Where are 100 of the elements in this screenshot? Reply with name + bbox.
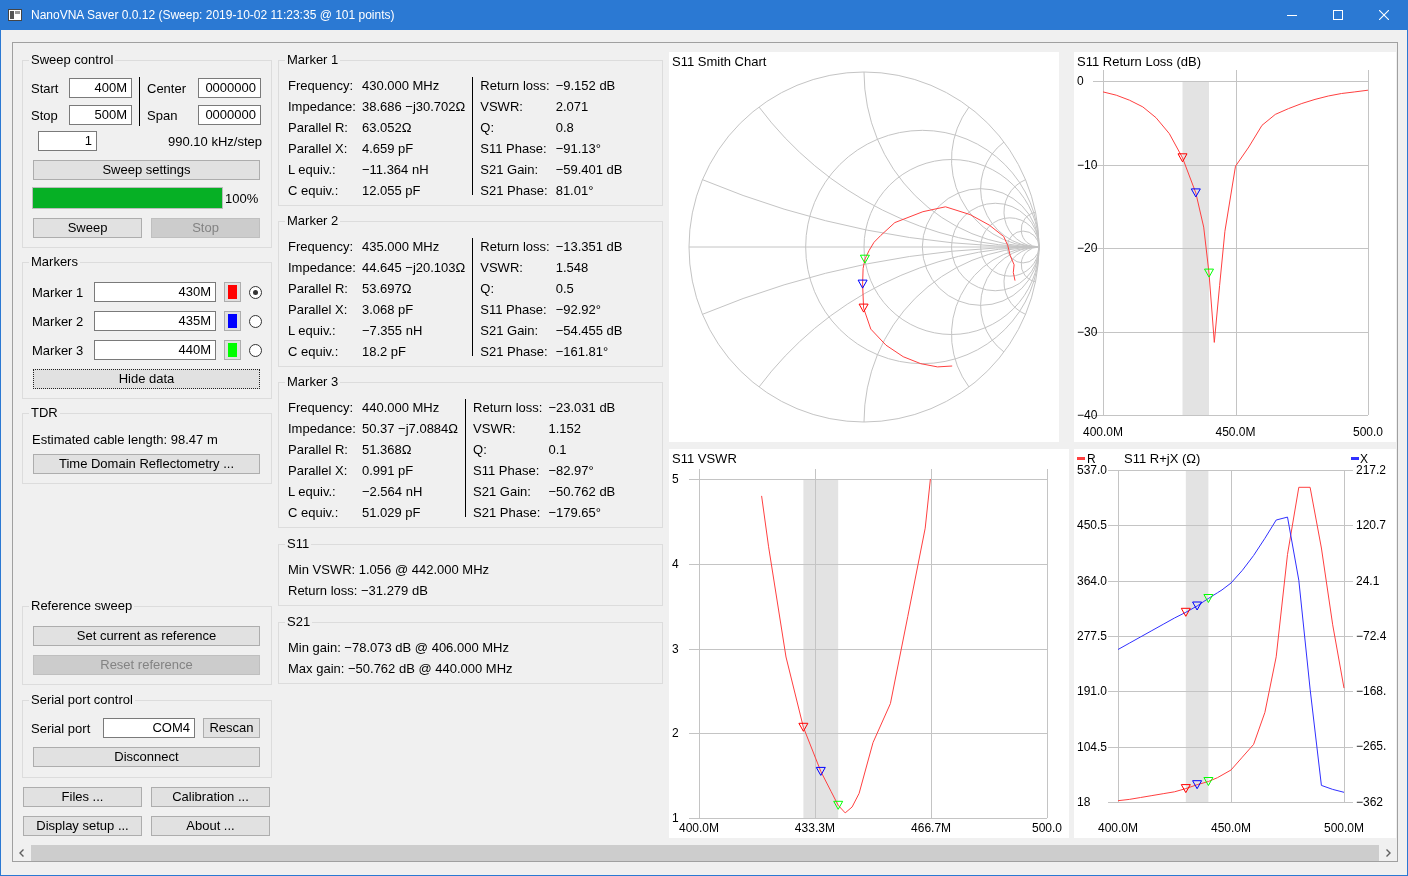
data-value: −23.031 dB	[548, 400, 616, 415]
sweep-settings-button[interactable]: Sweep settings	[33, 160, 260, 180]
data-label: VSWR:	[480, 260, 524, 275]
data-value: 38.686 −j30.702Ω	[361, 99, 466, 114]
marker-frequency-field[interactable]: 435M	[94, 311, 216, 331]
data-label: Q:	[480, 120, 495, 135]
data-label: Parallel R:	[288, 442, 349, 457]
chevron-left-icon[interactable]	[19, 849, 24, 857]
data-value: 430.000 MHz	[361, 78, 441, 93]
tick-label: −362	[1356, 795, 1384, 809]
tick-label: −20	[1077, 241, 1098, 255]
data-value: 44.645 −j20.103Ω	[361, 260, 466, 275]
scrollbar-thumb[interactable]	[31, 845, 1379, 861]
data-label: Impedance:	[288, 260, 356, 275]
tick-label: 24.1	[1356, 573, 1380, 588]
app-icon	[8, 9, 22, 21]
start-field[interactable]: 400M	[69, 78, 132, 98]
chart-title: S11 R+jX (Ω)	[1124, 451, 1201, 466]
data-label: L equiv.:	[288, 323, 337, 338]
set-reference-button[interactable]: Set current as reference	[33, 626, 260, 646]
data-label: S11 Phase:	[480, 141, 548, 156]
tick-label: 433.3M	[794, 821, 835, 835]
radio-button[interactable]	[249, 314, 262, 328]
color-button[interactable]	[224, 340, 241, 360]
display-setup-button[interactable]: Display setup ...	[23, 816, 142, 836]
field-label: Serial port	[31, 720, 92, 736]
span-field[interactable]: 0000000	[198, 105, 261, 125]
color-button[interactable]	[224, 282, 241, 302]
data-label: C equiv.:	[288, 344, 340, 359]
hide-data-button[interactable]: Hide data	[33, 369, 260, 389]
step-text: 990.10 kHz/step	[168, 133, 262, 149]
group-title: Reference sweep	[29, 598, 135, 614]
data-label: C equiv.:	[288, 183, 340, 198]
tick-label: 120.7	[1356, 518, 1387, 533]
stop-field[interactable]: 500M	[69, 105, 132, 125]
segments-field[interactable]: 1	[38, 131, 97, 151]
data-label: Q:	[480, 281, 495, 296]
tick-label: −168.	[1356, 683, 1387, 698]
progress-text: 100%	[225, 190, 259, 206]
data-label: Return loss:	[473, 400, 543, 415]
tick-label: 4	[672, 556, 679, 571]
tick-label: 537.0	[1077, 463, 1108, 477]
data-label: Parallel R:	[288, 120, 349, 135]
tick-label: 104.5	[1077, 739, 1108, 754]
data-value: −82.97°	[548, 463, 595, 478]
data-value: −11.364 nH	[361, 162, 430, 177]
data-value: 51.368Ω	[361, 442, 413, 457]
data-label: Parallel X:	[288, 141, 349, 156]
data-value: −161.81°	[555, 344, 610, 359]
data-label: L equiv.:	[288, 162, 337, 177]
disconnect-button[interactable]: Disconnect	[33, 747, 260, 767]
data-label: S11 Phase:	[480, 302, 548, 317]
summary-text: Return loss: −31.279 dB	[288, 582, 429, 600]
data-label: Parallel X:	[288, 302, 349, 317]
data-label: L equiv.:	[288, 484, 337, 499]
tick-label: −10	[1077, 157, 1098, 172]
rescan-button[interactable]: Rescan	[203, 718, 260, 738]
tick-label: −30	[1077, 324, 1098, 339]
center-field[interactable]: 0000000	[198, 78, 261, 98]
data-label: Impedance:	[288, 421, 356, 436]
summary-text: Min VSWR: 1.056 @ 442.000 MHz	[288, 561, 491, 579]
legend-label: R	[1087, 452, 1096, 466]
tick-label: 450.0M	[1211, 821, 1251, 835]
data-value: −7.355 nH	[361, 323, 424, 338]
files-button[interactable]: Files ...	[23, 787, 142, 807]
data-label: S21 Phase:	[480, 344, 549, 359]
field-label: Start	[31, 80, 60, 96]
legend-label: X	[1360, 452, 1368, 466]
sweep-button[interactable]: Sweep	[33, 218, 142, 238]
chart-title: S11 Return Loss (dB)	[1077, 54, 1202, 69]
data-label: Frequency:	[288, 78, 355, 93]
about-button[interactable]: About ...	[151, 816, 270, 836]
calibration-button[interactable]: Calibration ...	[151, 787, 270, 807]
chevron-right-icon[interactable]	[1386, 849, 1391, 857]
marker-frequency-field[interactable]: 440M	[94, 340, 216, 360]
marker-label: Marker 1	[32, 284, 85, 300]
data-value: 4.659 pF	[361, 141, 415, 156]
data-value: −50.762 dB	[548, 484, 616, 499]
data-value: −9.152 dB	[555, 78, 617, 93]
close-icon	[1379, 10, 1389, 20]
window-title: NanoVNA Saver 0.0.12 (Sweep: 2019-10-02 11:23:35 @ 101 points)	[31, 8, 396, 22]
color-button[interactable]	[224, 311, 241, 331]
tick-label: 500.0M	[1324, 821, 1364, 835]
data-label: VSWR:	[473, 421, 517, 436]
marker-frequency-field[interactable]: 430M	[94, 282, 216, 302]
cable-length-text: Estimated cable length: 98.47 m	[32, 432, 219, 447]
tdr-button[interactable]: Time Domain Reflectometry ...	[33, 454, 260, 474]
data-value: −54.455 dB	[555, 323, 623, 338]
tick-label: −40	[1077, 408, 1098, 422]
tick-label: 466.7M	[911, 821, 952, 835]
tick-label: 5	[672, 472, 679, 486]
data-label: Frequency:	[288, 400, 355, 415]
tick-label: 400.0M	[1083, 425, 1123, 439]
radio-button[interactable]	[249, 285, 262, 299]
radio-button[interactable]	[249, 343, 262, 357]
tick-label: 400.0M	[679, 821, 719, 835]
data-value: 53.697Ω	[361, 281, 413, 296]
tick-label: 364.0	[1077, 573, 1108, 588]
data-value: 0.1	[548, 442, 568, 457]
serial-port-field[interactable]: COM4	[103, 718, 195, 738]
